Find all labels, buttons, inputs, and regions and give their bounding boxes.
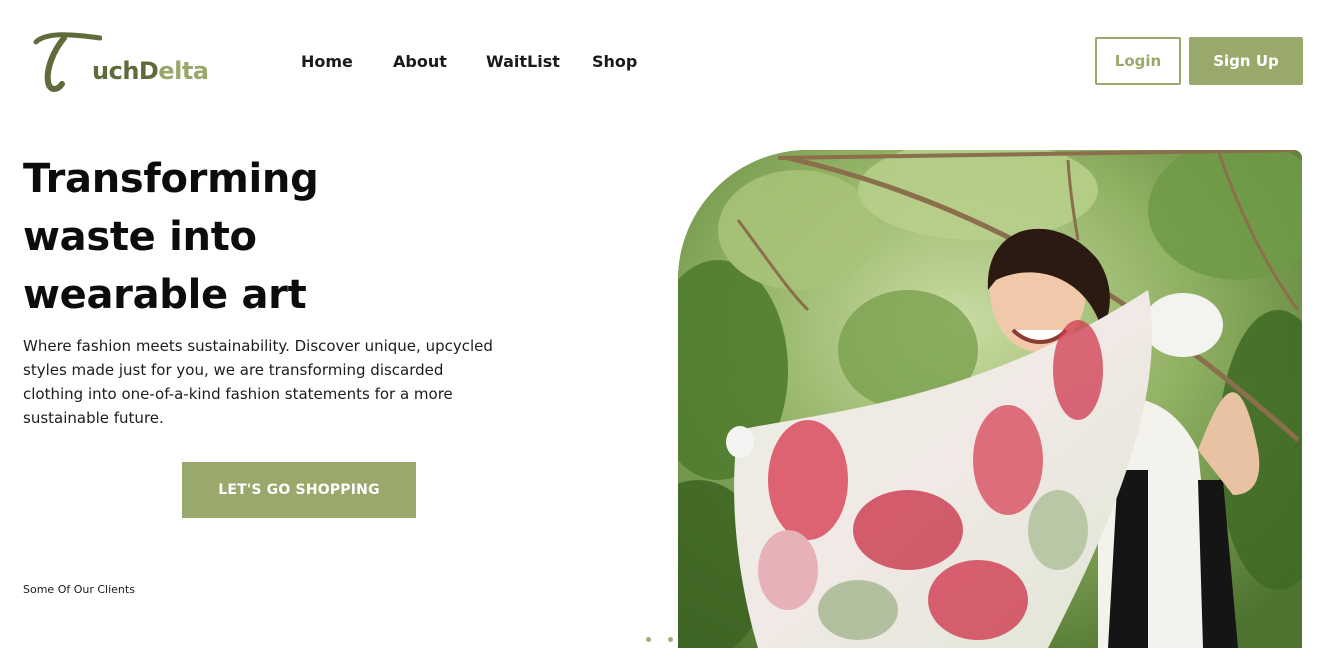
nav-shop[interactable]: Shop bbox=[592, 50, 637, 74]
signup-button[interactable]: Sign Up bbox=[1189, 37, 1303, 85]
clients-heading: Some Of Our Clients bbox=[23, 583, 135, 596]
hero-title-line-1: Transforming bbox=[23, 156, 319, 202]
hero-image bbox=[678, 150, 1302, 648]
nav-home[interactable]: Home bbox=[301, 50, 353, 74]
hero-title: Transforming waste into wearable art bbox=[23, 150, 363, 324]
hero-photo-illustration bbox=[678, 150, 1302, 648]
hero-subtitle: Where fashion meets sustainability. Disc… bbox=[23, 337, 493, 427]
nav-waitlist[interactable]: WaitList bbox=[486, 50, 560, 74]
carousel-dot-2[interactable] bbox=[668, 637, 673, 642]
hero-title-line-3: wearable art bbox=[23, 272, 307, 318]
nav-about[interactable]: About bbox=[393, 50, 447, 74]
hero-title-line-2: waste into bbox=[23, 214, 257, 260]
brand-wordmark: uchDelta bbox=[92, 57, 209, 85]
shop-cta-button[interactable]: LET'S GO SHOPPING bbox=[182, 462, 416, 518]
login-button[interactable]: Login bbox=[1095, 37, 1181, 85]
brand-logo[interactable]: uchDelta bbox=[32, 30, 209, 94]
carousel-dot-1[interactable] bbox=[646, 637, 651, 642]
